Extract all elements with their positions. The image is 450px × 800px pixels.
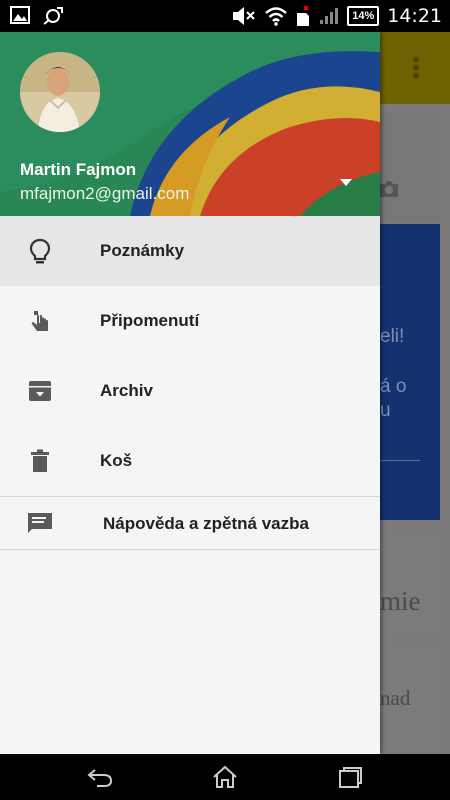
archive-icon	[29, 381, 51, 401]
battery-icon: 14%	[347, 6, 380, 26]
account-dropdown-icon[interactable]	[338, 176, 354, 188]
trash-icon	[31, 449, 49, 472]
lightbulb-icon	[29, 238, 51, 264]
welcome-text-3: u	[380, 400, 391, 421]
back-icon[interactable]	[86, 764, 114, 790]
drawer-item-reminders[interactable]: Připomenutí	[0, 286, 380, 356]
drawer-item-help-feedback[interactable]: Nápověda a zpětná vazba	[0, 497, 380, 549]
avatar[interactable]	[20, 52, 100, 132]
drawer-item-label: Archiv	[100, 381, 153, 400]
sync-icon	[43, 7, 63, 25]
wifi-icon	[265, 7, 288, 26]
camera-icon	[380, 181, 398, 197]
note-text: nad	[380, 686, 411, 710]
drawer-divider	[0, 549, 380, 550]
drawer-item-notes[interactable]: Poznámky	[0, 216, 380, 286]
note-card: mie	[380, 532, 440, 636]
clock: 14:21	[387, 5, 442, 27]
drawer-item-label: Poznámky	[100, 241, 185, 260]
drawer-item-archive[interactable]: Archiv	[0, 356, 380, 426]
signal-icon	[320, 8, 339, 24]
note-card: nad	[380, 646, 440, 754]
drawer-item-label: Připomenutí	[100, 311, 200, 330]
recents-icon[interactable]	[336, 764, 364, 790]
account-email: mfajmon2@gmail.com	[20, 184, 190, 203]
drawer-item-trash[interactable]: Koš	[0, 426, 380, 496]
account-name: Martin Fajmon	[20, 160, 137, 179]
system-nav-bar	[0, 754, 450, 800]
drawer-header: Martin Fajmon mfajmon2@gmail.com	[0, 32, 380, 216]
card-divider	[380, 460, 420, 461]
welcome-text-2: á o	[380, 376, 407, 397]
navigation-drawer: Martin Fajmon mfajmon2@gmail.com Poznámk…	[0, 32, 380, 754]
gallery-icon	[10, 6, 30, 24]
take-note-card	[380, 112, 440, 222]
feedback-icon	[28, 513, 52, 533]
reminder-hand-icon	[31, 311, 48, 331]
drawer-item-label: Nápověda a zpětná vazba	[103, 514, 309, 533]
welcome-text-1: eli!	[380, 326, 405, 347]
welcome-card: eli! á o u	[380, 224, 440, 520]
drawer-item-label: Koš	[100, 451, 133, 470]
mute-icon	[233, 7, 255, 25]
sim-icon	[297, 5, 310, 26]
overflow-menu-icon[interactable]: • • •	[412, 49, 420, 87]
note-text: mie	[380, 586, 421, 616]
home-icon[interactable]	[211, 764, 239, 790]
status-bar: 14% 14:21	[0, 0, 450, 32]
